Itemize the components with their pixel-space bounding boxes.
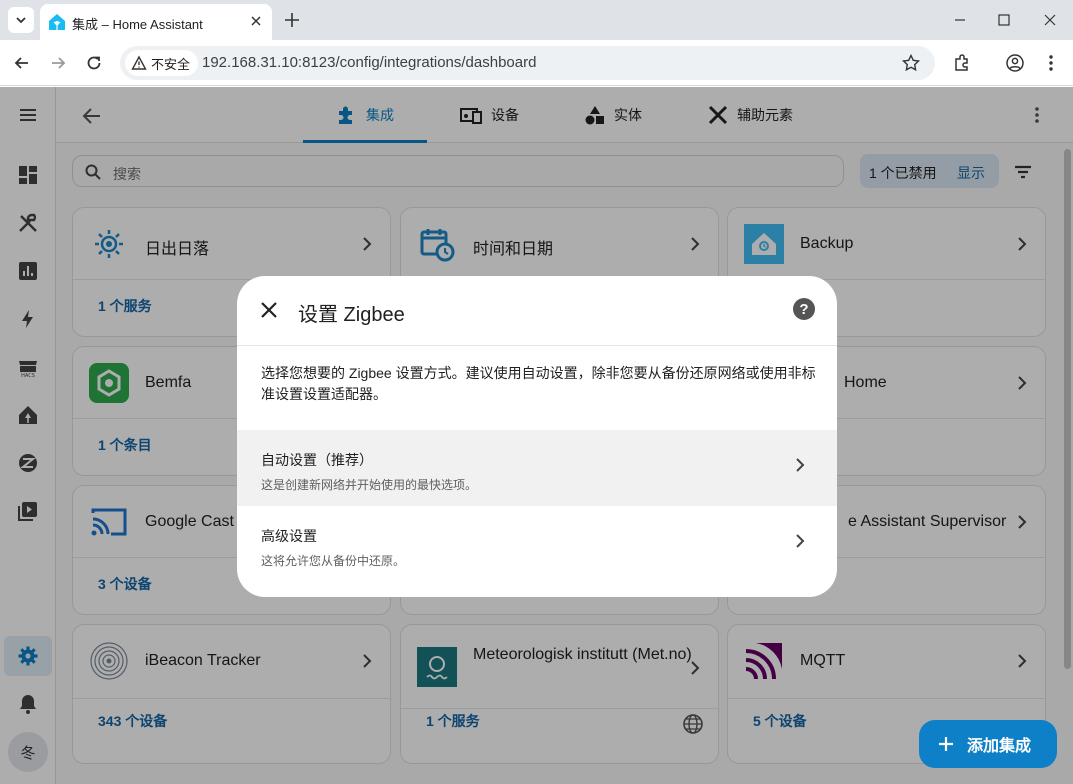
- new-tab-icon[interactable]: [282, 10, 302, 30]
- dialog-divider: [237, 345, 837, 346]
- profile-button[interactable]: [1003, 51, 1027, 75]
- puzzle-extension-icon: [955, 54, 968, 71]
- option-subtitle: 这是创建新网络并开始使用的最快选项。: [261, 478, 478, 492]
- reload-icon: [87, 56, 101, 70]
- dialog-description: 选择您想要的 Zigbee 设置方式。建议使用自动设置，除非您要从备份还原网络或…: [261, 365, 816, 402]
- help-icon[interactable]: ?: [793, 298, 815, 320]
- security-label: 不安全: [151, 56, 191, 72]
- zigbee-setup-dialog: 设置 Zigbee ? 选择您想要的 Zigbee 设置方式。建议使用自动设置，…: [237, 276, 837, 597]
- site-info-chip[interactable]: 不安全: [125, 50, 199, 76]
- chevron-right-icon: [796, 534, 805, 548]
- option-subtitle: 这将允许您从备份中还原。: [261, 554, 406, 568]
- back-button[interactable]: [10, 51, 34, 75]
- close-window-button[interactable]: [1038, 8, 1062, 32]
- dialog-title: 设置 Zigbee: [298, 304, 405, 326]
- minimize-button[interactable]: [948, 8, 972, 32]
- maximize-button[interactable]: [992, 8, 1016, 32]
- browser-menu-button[interactable]: [1039, 51, 1063, 75]
- account-circle-icon: [1006, 54, 1024, 72]
- maximize-icon: [998, 14, 1010, 26]
- address-bar[interactable]: 不安全 192.168.31.10:8123/config/integratio…: [120, 46, 935, 80]
- browser-tab-strip: 集成 – Home Assistant: [0, 0, 1073, 40]
- option-automatic-setup[interactable]: 自动设置（推荐） 这是创建新网络并开始使用的最快选项。: [237, 430, 837, 506]
- plus-icon: [939, 737, 953, 751]
- browser-tab[interactable]: 集成 – Home Assistant: [40, 4, 272, 40]
- minimize-icon: [955, 19, 965, 21]
- browser-toolbar: 不安全 192.168.31.10:8123/config/integratio…: [0, 40, 1073, 86]
- more-vertical-icon: [1049, 55, 1053, 71]
- chevron-down-icon: [16, 17, 26, 24]
- close-window-icon: [1044, 14, 1056, 26]
- chevron-right-icon: [796, 458, 805, 472]
- close-icon[interactable]: [257, 298, 281, 322]
- option-title: 自动设置（推荐）: [261, 452, 373, 468]
- arrow-right-icon: [52, 57, 66, 69]
- option-advanced-setup[interactable]: 高级设置 这将允许您从备份中还原。: [237, 506, 837, 582]
- reload-button[interactable]: [82, 51, 106, 75]
- option-title: 高级设置: [261, 528, 317, 544]
- home-assistant-favicon-icon: [49, 14, 65, 30]
- add-integration-label: 添加集成: [967, 738, 1032, 755]
- tab-search-button[interactable]: [8, 7, 34, 33]
- url-text: 192.168.31.10:8123/config/integrations/d…: [202, 54, 537, 71]
- close-tab-icon[interactable]: [248, 13, 264, 29]
- extensions-button[interactable]: [950, 51, 974, 75]
- browser-tab-title: 集成 – Home Assistant: [72, 17, 203, 32]
- warning-icon: [131, 55, 147, 70]
- forward-button[interactable]: [46, 51, 70, 75]
- bookmark-star-icon[interactable]: [901, 53, 921, 73]
- add-integration-button[interactable]: 添加集成: [919, 720, 1057, 768]
- arrow-left-icon: [14, 57, 28, 69]
